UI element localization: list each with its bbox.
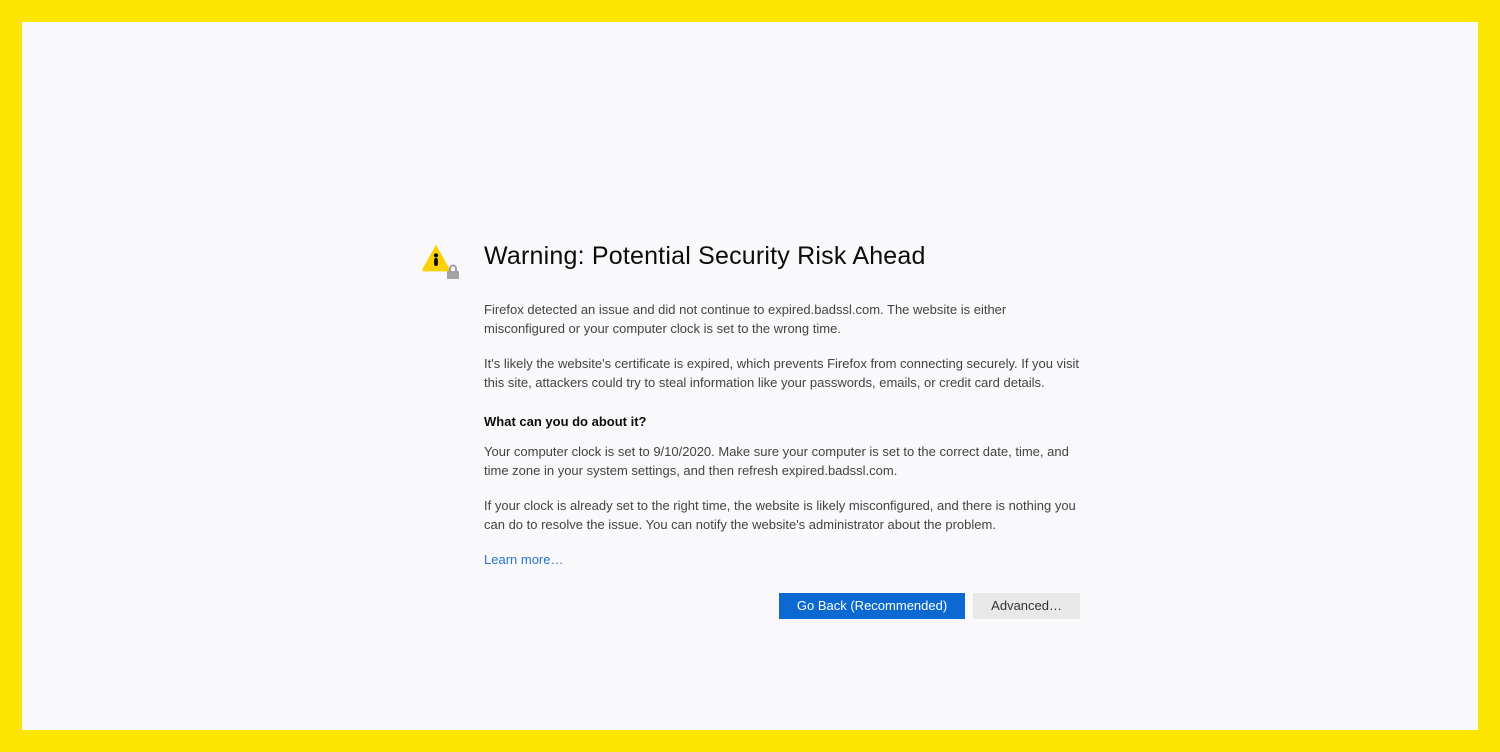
error-page: Warning: Potential Security Risk Ahead F…: [22, 22, 1478, 730]
page-title: Warning: Potential Security Risk Ahead: [484, 242, 1080, 271]
text-content: Warning: Potential Security Risk Ahead F…: [484, 242, 1080, 730]
clock-paragraph: Your computer clock is set to 9/10/2020.…: [484, 443, 1080, 481]
lock-icon: [446, 264, 460, 280]
warning-icon-container: [420, 242, 458, 282]
content-wrapper: Warning: Potential Security Risk Ahead F…: [420, 242, 1080, 730]
misconfig-paragraph: If your clock is already set to the righ…: [484, 497, 1080, 535]
description-paragraph-2: It's likely the website's certificate is…: [484, 355, 1080, 393]
description-paragraph-1: Firefox detected an issue and did not co…: [484, 301, 1080, 339]
button-row: Go Back (Recommended) Advanced…: [484, 593, 1080, 619]
learn-more-link[interactable]: Learn more…: [484, 552, 563, 567]
advanced-button[interactable]: Advanced…: [973, 593, 1080, 619]
go-back-button[interactable]: Go Back (Recommended): [779, 593, 965, 619]
subheading: What can you do about it?: [484, 414, 1080, 429]
